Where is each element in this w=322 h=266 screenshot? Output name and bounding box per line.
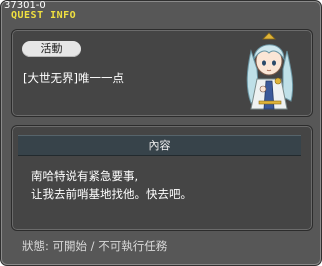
npc-portrait-icon	[246, 32, 294, 110]
quest-description-line: 南哈特说有紧急要事,	[31, 169, 139, 183]
quest-description-line: 让我去前哨基地找他。快去吧。	[31, 187, 192, 201]
quest-info-window: 37301-0 QUEST INFO 活動 [大世无界]唯一一点 內容 南哈特说…	[0, 0, 322, 266]
content-section-header: 內容	[18, 135, 301, 156]
quest-status: 狀態: 可開始 / 不可執行任務	[22, 239, 168, 253]
window-title: QUEST INFO	[11, 10, 77, 21]
quest-category-badge: 活動	[22, 41, 81, 57]
quest-name: [大世无界]唯一一点	[23, 71, 124, 85]
title-bar[interactable]: 37301-0 QUEST INFO	[1, 1, 321, 25]
